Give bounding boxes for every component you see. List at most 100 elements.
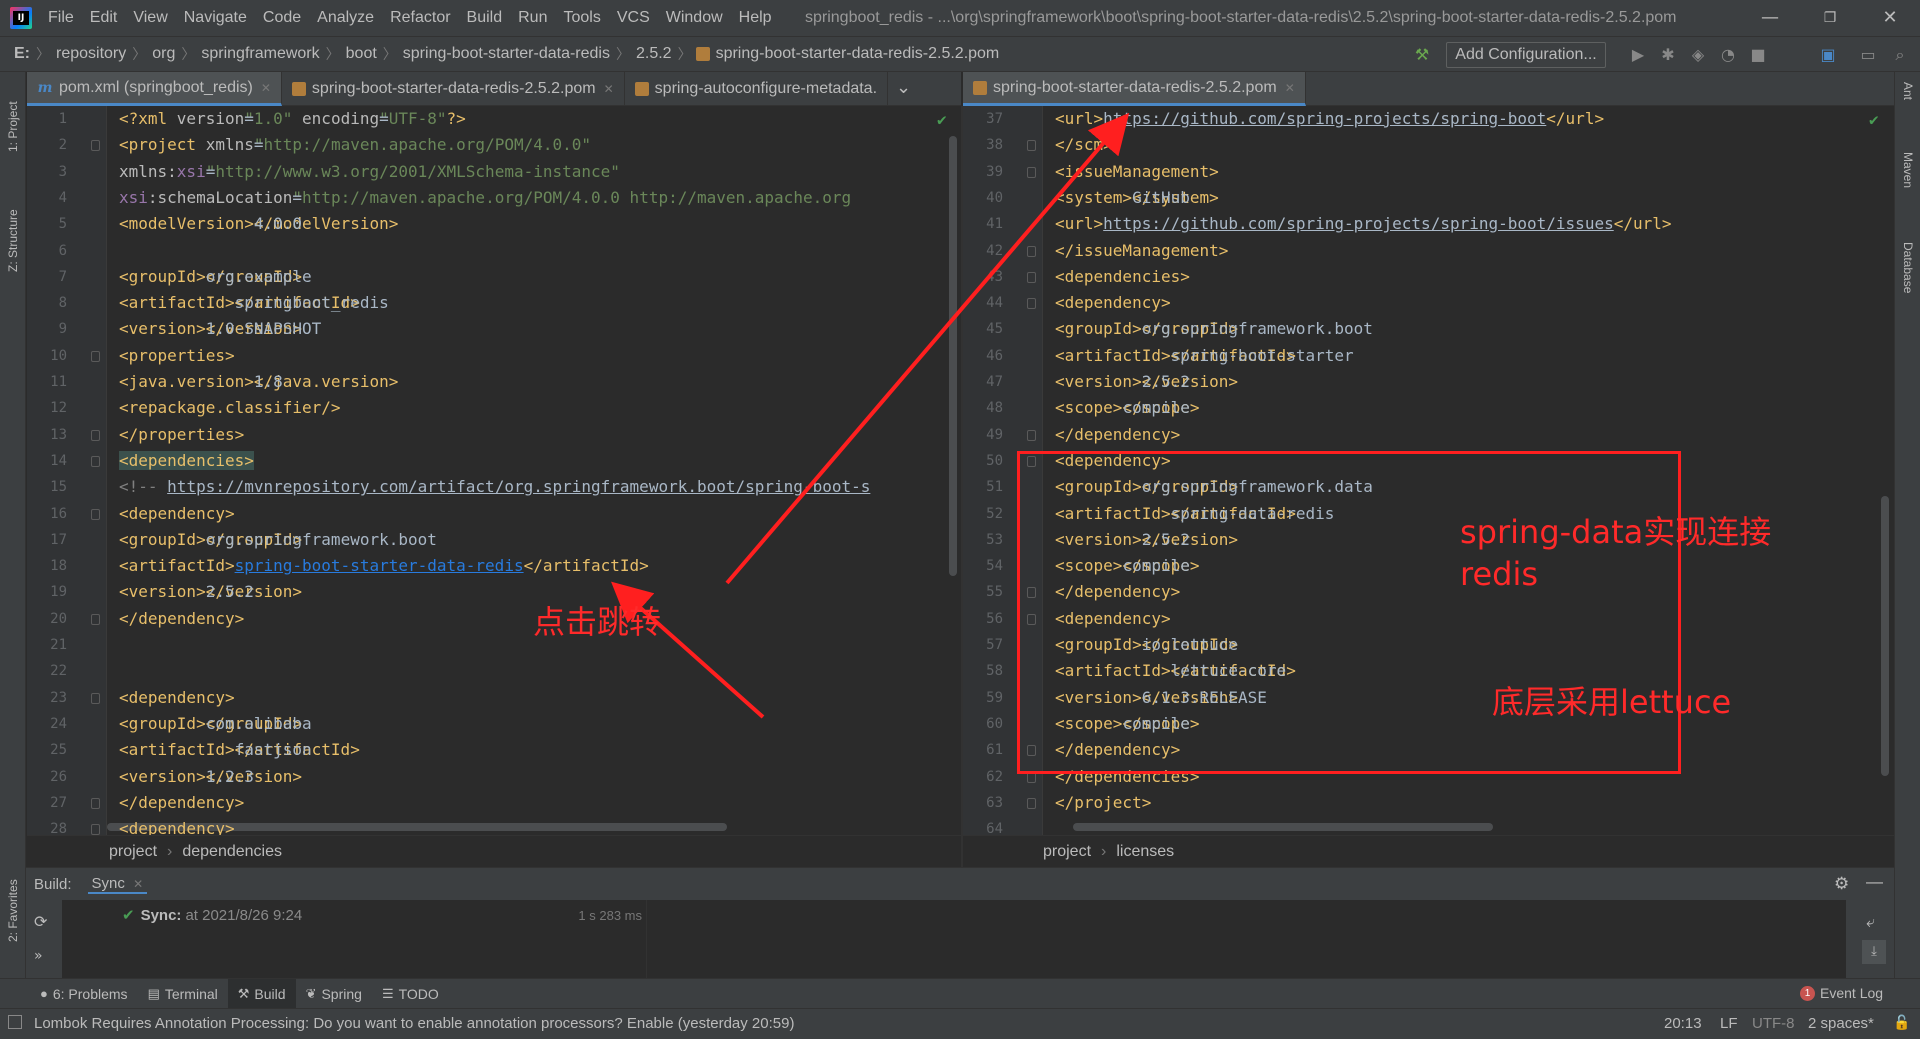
editor-tab[interactable]: spring-boot-starter-data-redis-2.5.2.pom… xyxy=(282,72,625,106)
code-line[interactable]: </dependency> xyxy=(119,790,244,816)
code-line[interactable]: <groupId> org.springframework.boot </group… xyxy=(119,527,437,553)
code-token[interactable]: https://github.com/spring-projects/sprin… xyxy=(1103,214,1614,233)
code-line[interactable]: </dependency> xyxy=(119,606,244,632)
code-line[interactable]: </scm> xyxy=(1055,132,1113,158)
close-tab-icon[interactable]: ✕ xyxy=(604,82,614,96)
menu-tools[interactable]: Tools xyxy=(555,9,608,27)
code-line[interactable]: <groupId> com.alibaba </groupId> xyxy=(119,711,312,737)
code-line[interactable]: <dependency> xyxy=(119,816,235,835)
project-tool-button[interactable]: 1: Project xyxy=(6,101,20,152)
code-line[interactable]: <groupId> org.example </groupId> xyxy=(119,264,312,290)
menu-view[interactable]: View xyxy=(125,9,175,27)
structure-tool-button[interactable]: Z: Structure xyxy=(6,209,20,272)
code-line[interactable]: <version> 1.2.3 </version> xyxy=(119,764,302,790)
code-line[interactable]: <groupId> org.springframework.boot </group… xyxy=(1055,316,1373,342)
debug-icon[interactable]: ✱ xyxy=(1656,43,1680,67)
code-line[interactable]: </properties> xyxy=(119,422,244,448)
code-line[interactable]: <!-- https://mvnrepository.com/artifact/… xyxy=(119,474,870,500)
close-tab-icon[interactable]: ✕ xyxy=(261,81,271,95)
code-line[interactable]: <version> 2.5.2 </version> xyxy=(1055,369,1238,395)
editor-tab[interactable]: spring-boot-starter-data-redis-2.5.2.pom… xyxy=(963,72,1306,106)
database-tool-button[interactable]: Database xyxy=(1901,242,1915,293)
fold-marker-icon[interactable] xyxy=(91,140,100,152)
code-token[interactable]: https://mvnrepository.com/artifact/org.s… xyxy=(167,477,870,496)
maven-tool-button[interactable]: Maven xyxy=(1901,152,1915,188)
settings-gear-icon[interactable]: ⚙ xyxy=(1834,874,1849,894)
line-separator[interactable]: LF xyxy=(1720,1015,1738,1032)
sync-result-row[interactable]: ✔ Sync: at 2021/8/26 9:24 xyxy=(122,906,302,925)
fold-marker-icon[interactable] xyxy=(91,455,100,467)
editor-tab[interactable]: spring-autoconfigure-metadata. xyxy=(625,72,889,106)
code-line[interactable]: xmlns:xsi = "http://www.w3.org/2001/XMLSch… xyxy=(119,159,620,185)
nav-crumb-4[interactable]: spring-boot-starter-data-redis xyxy=(397,45,616,63)
nav-crumb-1[interactable]: org xyxy=(146,45,181,63)
code-line[interactable]: <?xml version = "1.0" encoding = "UTF-8"?> xyxy=(119,106,466,132)
tool-button-todo[interactable]: ☰ TODO xyxy=(372,979,449,1009)
left-code-editor[interactable]: ✔ 1 <?xml version = "1.0" encoding = "UTF-8"?… xyxy=(27,106,961,835)
build-tree[interactable]: ✔ Sync: at 2021/8/26 9:24 1 s 283 ms xyxy=(62,900,646,979)
menu-edit[interactable]: Edit xyxy=(82,9,126,27)
build-hammer-icon[interactable]: ⚒ xyxy=(1410,43,1434,67)
fold-marker-icon[interactable] xyxy=(1027,797,1036,809)
close-tab-icon[interactable]: ✕ xyxy=(1285,81,1295,95)
restore-button[interactable]: ❐ xyxy=(1800,0,1860,36)
coverage-icon[interactable]: ◈ xyxy=(1686,43,1710,67)
profile-icon[interactable]: ◔ xyxy=(1716,43,1740,67)
code-line[interactable]: <dependency> xyxy=(119,685,235,711)
close-window-button[interactable]: ✕ xyxy=(1860,0,1920,36)
tool-button-build[interactable]: ⚒ Build xyxy=(227,978,296,1009)
scroll-to-end-icon[interactable]: ⤓ xyxy=(1862,940,1886,964)
code-line[interactable]: <scope> compile </scope> xyxy=(1055,395,1200,421)
more-actions-icon[interactable]: » xyxy=(34,948,43,964)
code-line[interactable]: xsi:schemaLocation = "http://maven.apache.… xyxy=(119,185,851,211)
code-line[interactable]: <dependency> xyxy=(1055,290,1171,316)
code-line[interactable]: <project xmlns = "http://maven.apache.org/… xyxy=(119,132,591,158)
code-line[interactable]: <artifactId>spring-boot-starter-data-red… xyxy=(119,553,649,579)
tool-button-problems[interactable]: ● 6: Problems xyxy=(30,979,138,1009)
code-line[interactable]: <artifactId> spring-boot-starter </artifac… xyxy=(1055,343,1354,369)
build-output[interactable] xyxy=(646,900,1846,979)
fold-marker-icon[interactable] xyxy=(91,613,100,625)
breadcrumb-project[interactable]: project xyxy=(1043,843,1091,861)
ant-tool-button[interactable]: Ant xyxy=(1901,82,1915,100)
sync-tab[interactable]: Sync ✕ xyxy=(87,875,148,894)
menu-build[interactable]: Build xyxy=(459,9,511,27)
menu-analyze[interactable]: Analyze xyxy=(309,9,382,27)
right-vertical-scrollbar[interactable] xyxy=(1881,496,1889,776)
minimize-button[interactable]: — xyxy=(1740,0,1800,36)
code-line[interactable]: <dependency> xyxy=(119,501,235,527)
nav-crumb-6[interactable]: spring-boot-starter-data-redis-2.5.2.pom xyxy=(710,45,1006,63)
tool-button-spring[interactable]: ❦ Spring xyxy=(296,979,372,1009)
add-configuration-button[interactable]: Add Configuration... xyxy=(1446,42,1606,68)
layout-icon[interactable]: ▭ xyxy=(1856,43,1880,67)
left-vertical-scrollbar[interactable] xyxy=(949,136,957,576)
tool-button-terminal[interactable]: ▤ Terminal xyxy=(138,979,228,1009)
close-tab-icon[interactable]: ✕ xyxy=(133,877,143,891)
fold-marker-icon[interactable] xyxy=(91,692,100,704)
code-line[interactable]: </project> xyxy=(1055,790,1151,816)
code-line[interactable]: </dependency> xyxy=(1055,422,1180,448)
nav-drive[interactable]: E: xyxy=(0,45,36,63)
code-line[interactable]: <properties> xyxy=(119,343,235,369)
menu-refactor[interactable]: Refactor xyxy=(382,9,458,27)
code-line[interactable]: <system> GitHub </system> xyxy=(1055,185,1219,211)
rerun-sync-icon[interactable]: ⟳ xyxy=(34,912,47,931)
menu-code[interactable]: Code xyxy=(255,9,309,27)
fold-marker-icon[interactable] xyxy=(91,797,100,809)
menu-vcs[interactable]: VCS xyxy=(609,9,658,27)
project-structure-icon[interactable]: ▣ xyxy=(1816,43,1840,67)
event-log-button[interactable]: 1 Event Log xyxy=(1800,985,1883,1001)
caret-position[interactable]: 20:13 xyxy=(1664,1015,1702,1032)
soft-wrap-icon[interactable]: ⤶ xyxy=(1866,912,1875,932)
menu-help[interactable]: Help xyxy=(731,9,780,27)
menu-file[interactable]: File xyxy=(40,9,82,27)
code-line[interactable]: <version> 2.5.2 </version> xyxy=(119,579,302,605)
file-encoding[interactable]: UTF-8 xyxy=(1752,1015,1795,1032)
code-line[interactable]: <url>https://github.com/spring-projects/… xyxy=(1055,106,1604,132)
breadcrumb-licenses[interactable]: licenses xyxy=(1116,843,1174,861)
code-line[interactable]: <artifactId> springboot_redis </artifactId… xyxy=(119,290,389,316)
menu-run[interactable]: Run xyxy=(510,9,555,27)
tabs-dropdown-chevron-icon[interactable]: ⌄ xyxy=(888,72,919,105)
code-line[interactable]: <dependencies> xyxy=(1055,264,1190,290)
breadcrumb-dependencies[interactable]: dependencies xyxy=(182,843,282,861)
